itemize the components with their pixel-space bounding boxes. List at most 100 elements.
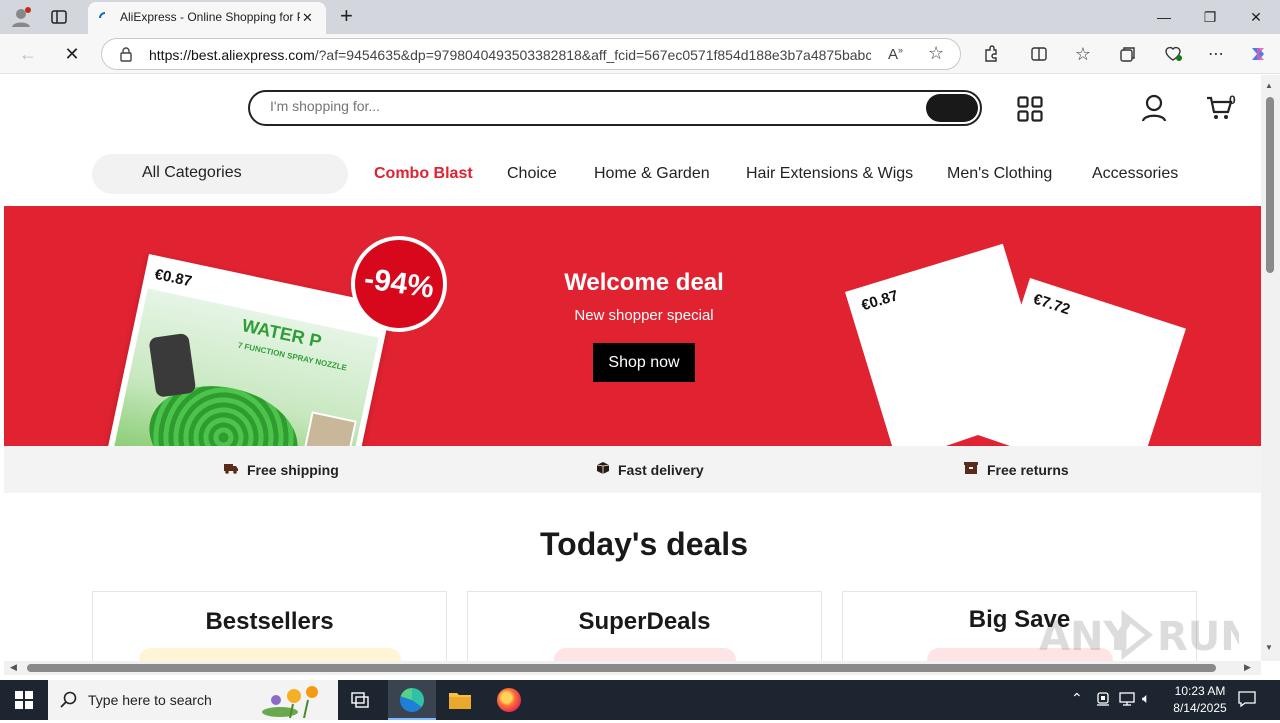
discount-text: -94% [362, 262, 437, 305]
stop-loading-icon[interactable]: ✕ [58, 40, 86, 68]
favorite-star-icon[interactable]: ☆ [928, 43, 944, 64]
perk-label: Fast delivery [618, 461, 704, 478]
inset-photo [301, 411, 357, 446]
banner-subtitle: New shopper special [574, 307, 714, 324]
todays-deals-heading: Today's deals [540, 526, 748, 562]
url-host: https://best.aliexpress.com [149, 47, 315, 63]
nav-item-combo-blast[interactable]: Combo Blast [374, 165, 473, 183]
deal-section-pill[interactable] [139, 648, 401, 661]
cart-count-badge: 0 [1229, 93, 1236, 107]
deal-section-superdeals[interactable]: SuperDeals [467, 591, 822, 661]
deal-section-title: Bestsellers [205, 608, 334, 635]
firefox-icon[interactable] [497, 688, 521, 712]
tray-overflow-icon[interactable]: ⌃ [1071, 690, 1083, 707]
scroll-left-icon[interactable]: ◀ [10, 662, 17, 673]
lock-icon[interactable] [118, 46, 134, 62]
task-view-icon[interactable] [350, 690, 370, 710]
product-image: WATER P 7 FUNCTION SPRAY NOZZLE [106, 288, 379, 446]
horizontal-scrollbar[interactable]: ◀ ▶ [4, 661, 1261, 675]
copilot-icon[interactable] [1244, 40, 1272, 68]
minimize-button[interactable]: — [1141, 0, 1187, 34]
edge-icon [400, 688, 424, 712]
qr-code-icon[interactable] [1017, 96, 1043, 122]
tab-title: AliExpress - Online Shopping for Popular… [120, 10, 300, 24]
perk-free-shipping: Free shipping [223, 461, 339, 478]
taskbar-search-placeholder: Type here to search [88, 692, 212, 708]
perks-bar: Free shipping Fast delivery Free returns [4, 446, 1261, 493]
banner-title: Welcome deal [564, 269, 724, 296]
product-price: €0.87 [153, 265, 194, 291]
search-button[interactable] [926, 94, 978, 122]
deal-section-title: SuperDeals [578, 608, 711, 635]
nav-item-choice[interactable]: Choice [507, 165, 557, 183]
volume-icon[interactable]: 🔈︎ [1142, 690, 1150, 707]
welcome-deal-banner[interactable]: €0.87 WATER P 7 FUNCTION SPRAY NOZZLE -9… [4, 206, 1261, 446]
url-text[interactable]: https://best.aliexpress.com/?af=9454635&… [149, 47, 871, 63]
network-icon[interactable] [1118, 691, 1136, 710]
aliexpress-page: 0 All Categories Combo Blast Choice Home… [4, 75, 1261, 661]
nav-item-hair-extensions[interactable]: Hair Extensions & Wigs [746, 165, 913, 183]
edge-taskbar-button[interactable] [388, 680, 436, 720]
read-aloud-icon[interactable]: A» [888, 45, 903, 63]
extensions-icon[interactable] [977, 40, 1005, 68]
clock-time[interactable]: 10:23 AM [1170, 684, 1230, 698]
tab-close-icon[interactable]: ✕ [302, 10, 313, 26]
horizontal-scroll-thumb[interactable] [27, 664, 1216, 672]
tab-actions-icon[interactable] [50, 8, 68, 26]
deal-section-bestsellers[interactable]: Bestsellers [92, 591, 447, 661]
svg-text:RUN: RUN [1157, 614, 1239, 660]
account-icon[interactable] [1141, 94, 1167, 122]
back-icon[interactable]: ← [14, 40, 42, 68]
windows-start-icon[interactable] [15, 691, 33, 709]
perk-label: Free shipping [247, 461, 339, 478]
nav-item-mens-clothing[interactable]: Men's Clothing [947, 165, 1052, 183]
meet-now-icon[interactable] [1095, 691, 1111, 710]
product-card-hose[interactable]: €0.87 WATER P 7 FUNCTION SPRAY NOZZLE [100, 254, 392, 446]
banner-bottom-triangle [943, 435, 1013, 446]
notifications-icon[interactable] [1238, 691, 1256, 710]
discount-badge: -94% [351, 236, 447, 332]
deal-section-pill[interactable] [554, 648, 736, 661]
scroll-down-icon[interactable]: ▼ [1265, 643, 1273, 652]
deal-card-price: €0.87 [859, 287, 901, 315]
taskbar-search-box[interactable]: Type here to search [48, 680, 338, 720]
package-icon [596, 461, 610, 478]
truck-icon [223, 461, 239, 478]
browser-tab-strip: AliExpress - Online Shopping for Popular… [0, 0, 1280, 34]
return-box-icon [963, 461, 979, 478]
collections-icon[interactable] [1114, 40, 1142, 68]
spray-nozzle-shape [148, 332, 197, 398]
vertical-scrollbar[interactable]: ▲ ▼ [1261, 75, 1280, 661]
svg-text:ANY: ANY [1039, 614, 1133, 660]
new-tab-button[interactable]: + [340, 3, 353, 29]
clock-date[interactable]: 8/14/2025 [1166, 701, 1234, 715]
vertical-scroll-thumb[interactable] [1266, 97, 1274, 273]
close-window-button[interactable]: ✕ [1233, 0, 1279, 34]
search-input[interactable] [270, 98, 870, 114]
browser-essentials-icon[interactable] [1159, 40, 1187, 68]
address-bar[interactable]: https://best.aliexpress.com/?af=9454635&… [101, 38, 961, 70]
tab-aliexpress[interactable]: AliExpress - Online Shopping for Popular… [88, 2, 326, 34]
restore-button[interactable]: ❐ [1187, 0, 1233, 34]
split-screen-icon[interactable] [1025, 40, 1053, 68]
perk-free-returns: Free returns [963, 461, 1069, 478]
nav-item-accessories[interactable]: Accessories [1092, 165, 1178, 183]
scroll-right-icon[interactable]: ▶ [1244, 662, 1251, 673]
url-path: /?af=9454635&dp=9798040493503382818&aff_… [314, 47, 871, 63]
nav-item-home-garden[interactable]: Home & Garden [594, 165, 710, 183]
favorites-icon[interactable]: ☆ [1069, 40, 1097, 68]
all-categories-button[interactable]: All Categories [92, 154, 348, 194]
deal-card-price: €7.72 [1031, 290, 1073, 319]
windows-taskbar: Type here to search ⌃ 🔈︎ 10:23 AM 8/14/2… [0, 680, 1280, 720]
browser-toolbar: ← ✕ https://best.aliexpress.com/?af=9454… [0, 34, 1280, 74]
shop-now-button[interactable]: Shop now [593, 343, 695, 382]
perk-fast-delivery: Fast delivery [596, 461, 704, 478]
scroll-up-icon[interactable]: ▲ [1265, 81, 1273, 90]
profile-icon[interactable] [10, 6, 32, 28]
loading-spinner-icon [98, 11, 112, 25]
more-menu-icon[interactable]: ⋯ [1202, 40, 1230, 68]
file-explorer-icon[interactable] [448, 690, 472, 710]
search-icon [60, 691, 78, 709]
search-bar [248, 90, 982, 126]
search-highlight-flowers-icon [260, 682, 334, 719]
